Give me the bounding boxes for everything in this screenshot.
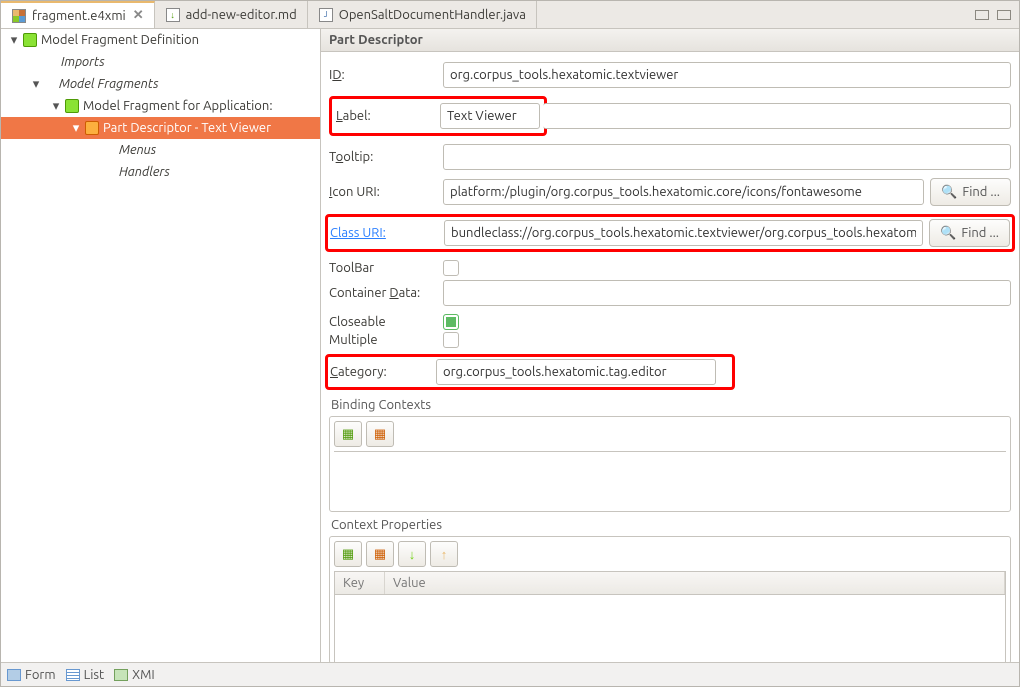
java-icon: J: [318, 7, 334, 23]
remove-property-button[interactable]: ▦: [366, 541, 394, 567]
tab-java-file[interactable]: J OpenSaltDocumentHandler.java: [308, 1, 537, 28]
model-tree: ▾ Model Fragment Definition Imports ▾ Mo…: [1, 29, 321, 662]
category-label: Category:: [330, 365, 430, 379]
chevron-down-icon[interactable]: ▾: [51, 99, 61, 114]
tree-part-descriptor[interactable]: ▾ Part Descriptor - Text Viewer: [1, 117, 320, 139]
find-classuri-button[interactable]: 🔍Find ...: [929, 219, 1010, 247]
binding-contexts-group: ▦ ▦: [329, 416, 1011, 512]
puzzle-icon: [65, 99, 79, 113]
find-iconuri-button[interactable]: 🔍Find ...: [930, 178, 1011, 206]
containerdata-input[interactable]: [443, 280, 1011, 306]
chevron-down-icon[interactable]: ▾: [71, 121, 81, 136]
grid-icon: [11, 8, 27, 24]
iconuri-label: Icon URI:: [329, 185, 437, 199]
magnifier-icon: 🔍: [940, 226, 956, 241]
tree-fragments[interactable]: ▾ Model Fragments: [1, 73, 320, 95]
row-iconuri: Icon URI: 🔍Find ...: [329, 178, 1011, 206]
row-category: Category:: [325, 354, 735, 390]
tooltip-input[interactable]: [443, 144, 1011, 170]
classuri-label[interactable]: Class URI:: [330, 226, 438, 240]
magnifier-icon: 🔍: [941, 185, 957, 200]
multiple-checkbox[interactable]: [443, 332, 459, 348]
tab-label: fragment.e4xmi: [32, 9, 126, 23]
status-bar: Form List XMI: [1, 662, 1019, 686]
tooltip-label: Tooltip:: [329, 150, 437, 164]
list-icon: [66, 669, 80, 681]
maximize-icon[interactable]: [997, 10, 1011, 20]
context-properties-group: ▦ ▦ ↓ ↑ Key Value: [329, 536, 1011, 662]
section-title: Part Descriptor: [321, 29, 1019, 52]
add-property-button[interactable]: ▦: [334, 541, 362, 567]
view-xmi-button[interactable]: XMI: [114, 668, 155, 682]
tab-label: OpenSaltDocumentHandler.java: [339, 8, 526, 22]
tree-imports[interactable]: Imports: [1, 51, 320, 73]
row-tooltip: Tooltip:: [329, 144, 1011, 170]
chevron-down-icon[interactable]: ▾: [9, 33, 19, 48]
binding-contexts-label: Binding Contexts: [329, 398, 1011, 412]
label-input-ext[interactable]: [543, 103, 1011, 129]
form-icon: [7, 669, 21, 681]
iconuri-input[interactable]: [443, 179, 924, 205]
document-icon: [85, 121, 99, 135]
row-label: Label:: [329, 96, 1011, 136]
row-id: ID:: [329, 62, 1011, 88]
row-classuri: Class URI: 🔍Find ...: [325, 214, 1015, 252]
closeable-label: Closeable: [329, 315, 437, 329]
tab-label: add-new-editor.md: [186, 8, 297, 22]
tree-menus[interactable]: Menus: [1, 139, 320, 161]
arrow-down-icon: ↓: [409, 547, 416, 562]
table-remove-icon: ▦: [374, 427, 386, 442]
tree-root[interactable]: ▾ Model Fragment Definition: [1, 29, 320, 51]
context-properties-label: Context Properties: [329, 518, 1011, 532]
tree-handlers[interactable]: Handlers: [1, 161, 320, 183]
toolbar-checkbox[interactable]: [443, 260, 459, 276]
toolbar-label: ToolBar: [329, 261, 437, 275]
containerdata-label: Container Data:: [329, 286, 437, 300]
remove-binding-button[interactable]: ▦: [366, 421, 394, 447]
row-containerdata: Container Data:: [329, 280, 1011, 306]
label-input[interactable]: [440, 103, 540, 129]
xmi-icon: [114, 669, 128, 681]
column-key[interactable]: Key: [335, 572, 385, 594]
label-label: Label:: [336, 109, 434, 123]
form-pane: Part Descriptor ID: Label: Tooltip: Icon…: [321, 29, 1019, 662]
table-remove-icon: ▦: [374, 547, 386, 562]
tab-fragment[interactable]: fragment.e4xmi ✕: [1, 1, 155, 28]
binding-list[interactable]: [334, 451, 1006, 507]
closeable-checkbox[interactable]: [443, 314, 459, 330]
context-properties-table[interactable]: Key Value: [334, 571, 1006, 662]
classuri-input[interactable]: [444, 220, 923, 246]
id-label: ID:: [329, 68, 437, 82]
minimize-icon[interactable]: [975, 10, 989, 20]
table-add-icon: ▦: [342, 427, 354, 442]
close-icon[interactable]: ✕: [133, 8, 144, 23]
move-up-button[interactable]: ↑: [430, 541, 458, 567]
add-binding-button[interactable]: ▦: [334, 421, 362, 447]
row-toolbar: ToolBar: [329, 260, 1011, 276]
table-add-icon: ▦: [342, 547, 354, 562]
view-list-button[interactable]: List: [66, 668, 105, 682]
move-down-button[interactable]: ↓: [398, 541, 426, 567]
window-controls: [967, 10, 1019, 20]
row-multiple: Multiple: [329, 332, 1011, 348]
arrow-up-icon: ↑: [441, 547, 448, 562]
tab-add-new-editor[interactable]: ↓ add-new-editor.md: [155, 1, 308, 28]
editor-tabbar: fragment.e4xmi ✕ ↓ add-new-editor.md J O…: [1, 1, 1019, 29]
column-value[interactable]: Value: [385, 572, 1005, 594]
id-input[interactable]: [443, 62, 1011, 88]
tree-app-fragment[interactable]: ▾ Model Fragment for Application:: [1, 95, 320, 117]
row-closeable: Closeable: [329, 314, 1011, 330]
category-input[interactable]: [436, 359, 716, 385]
view-form-button[interactable]: Form: [7, 668, 56, 682]
puzzle-icon: [23, 33, 37, 47]
markdown-icon: ↓: [165, 7, 181, 23]
chevron-down-icon[interactable]: ▾: [31, 77, 41, 92]
multiple-label: Multiple: [329, 333, 437, 347]
